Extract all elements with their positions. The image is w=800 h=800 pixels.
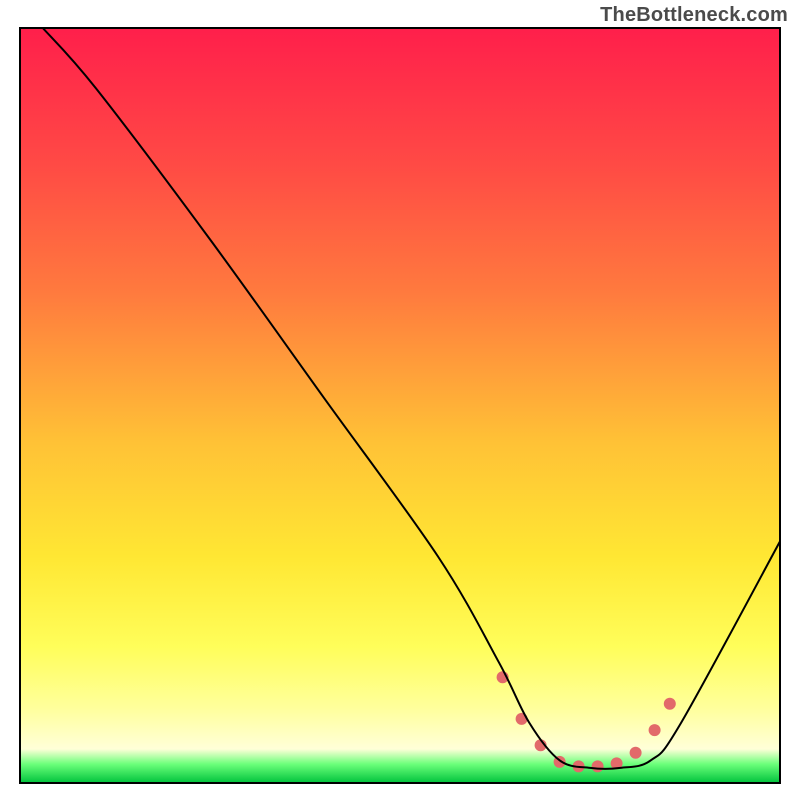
optimal-dot	[630, 747, 642, 759]
plot-area	[20, 28, 780, 783]
bottleneck-chart: TheBottleneck.com	[0, 0, 800, 800]
optimal-dot	[664, 698, 676, 710]
optimal-dot	[649, 724, 661, 736]
attribution-label: TheBottleneck.com	[600, 4, 788, 27]
optimal-dot	[592, 760, 604, 772]
gradient-rect	[20, 28, 780, 783]
chart-svg	[0, 0, 800, 800]
